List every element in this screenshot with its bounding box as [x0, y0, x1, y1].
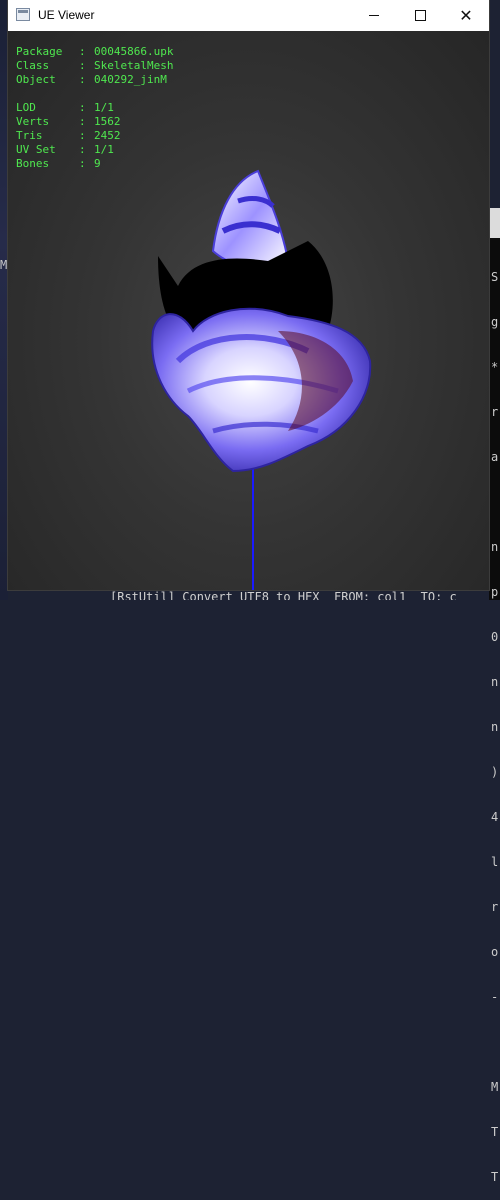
title-bar[interactable]: UE Viewer ✕ [8, 0, 489, 31]
terminal-scrollbar[interactable] [489, 208, 500, 238]
info-separator: : [79, 59, 93, 72]
info-value: 1/1 [94, 143, 114, 156]
terminal-line: a [491, 450, 499, 464]
minimize-icon [369, 15, 379, 16]
terminal-line: M [491, 1080, 499, 1094]
terminal-line: o [491, 945, 499, 959]
info-row-uvset: UV Set: 1/1 [16, 143, 173, 157]
terminal-line: n [491, 540, 499, 554]
info-label: Verts [16, 115, 50, 128]
info-label: Tris [16, 129, 43, 142]
info-label: Package [16, 45, 63, 58]
window-title: UE Viewer [38, 8, 95, 22]
info-value: 1/1 [94, 101, 114, 114]
info-row-bones: Bones: 9 [16, 157, 173, 171]
info-separator: : [79, 129, 93, 142]
info-label: Class [16, 59, 50, 72]
terminal-line: * [491, 360, 499, 374]
info-value: 2452 [94, 129, 121, 142]
ue-viewer-window[interactable]: UE Viewer ✕ Package: 00045866.upk Class… [8, 0, 489, 590]
terminal-line: l [491, 855, 499, 869]
info-row-object: Object: 040292_jinM [16, 73, 173, 87]
info-value: 9 [94, 157, 101, 170]
terminal-line: n [491, 675, 499, 689]
info-separator: : [79, 143, 93, 156]
horn-shape [211, 169, 290, 268]
info-label: UV Set [16, 143, 56, 156]
desktop-edge-text: M [0, 258, 8, 272]
terminal-line: T [491, 1170, 499, 1184]
info-separator: : [79, 157, 93, 170]
background-terminal-window[interactable]: S g * r a n p 0 n n ) 4 l r o - M T T 0 [489, 208, 500, 1184]
terminal-line: r [491, 405, 499, 419]
terminal-line: 4 [491, 810, 499, 824]
terminal-output: S g * r a n p 0 n n ) 4 l r o - M T T 0 [491, 240, 500, 1200]
close-button[interactable]: ✕ [443, 0, 489, 31]
info-value: 040292_jinM [94, 73, 167, 86]
info-row-verts: Verts: 1562 [16, 115, 173, 129]
terminal-line: T [491, 1125, 499, 1139]
info-label: Bones [16, 157, 50, 170]
info-row-tris: Tris: 2452 [16, 129, 173, 143]
info-row-lod: LOD: 1/1 [16, 101, 173, 115]
info-value: SkeletalMesh [94, 59, 174, 72]
terminal-line: - [491, 990, 499, 1004]
minimize-button[interactable] [351, 0, 397, 31]
terminal-line: ) [491, 765, 499, 779]
terminal-line: 0 [491, 630, 499, 644]
maximize-button[interactable] [397, 0, 443, 31]
info-label: LOD [16, 101, 36, 114]
info-value: 1562 [94, 115, 121, 128]
terminal-line: r [491, 900, 499, 914]
info-value: 00045866.upk [94, 45, 174, 58]
maximize-icon [414, 10, 426, 21]
info-label: Object [16, 73, 56, 86]
app-window-icon [16, 8, 30, 21]
info-row-class: Class: SkeletalMesh [16, 59, 173, 73]
terminal-line: g [491, 315, 499, 329]
terminal-line: S [491, 270, 499, 284]
3d-viewport[interactable]: Package: 00045866.upk Class: SkeletalMes… [8, 31, 489, 590]
terminal-line: n [491, 720, 499, 734]
info-separator: : [79, 45, 93, 58]
background-status-line: [RstUtil] Convert UTF8 to HEX FROM: col1… [110, 590, 457, 600]
mesh-info-panel: Package: 00045866.upk Class: SkeletalMes… [16, 45, 173, 171]
info-row-package: Package: 00045866.upk [16, 45, 173, 59]
close-icon: ✕ [459, 7, 473, 25]
desktop-background [0, 0, 8, 600]
info-separator: : [79, 101, 93, 114]
info-separator: : [79, 73, 93, 86]
info-separator: : [79, 115, 93, 128]
